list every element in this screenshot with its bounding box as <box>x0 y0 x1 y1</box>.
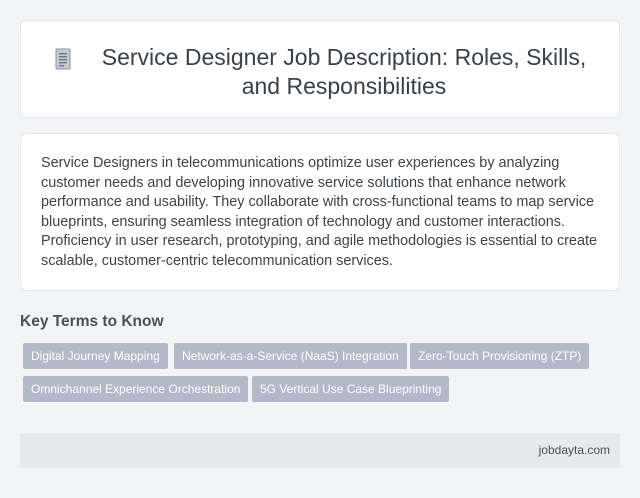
page: Service Designer Job Description: Roles,… <box>0 0 640 498</box>
tag-omnichannel-orchestration[interactable]: Omnichannel Experience Orchestration <box>23 376 249 402</box>
description-text: Service Designers in telecommunications … <box>41 155 597 269</box>
key-terms-heading: Key Terms to Know <box>20 313 164 330</box>
tag-naas-integration[interactable]: Network-as-a-Service (NaaS) Integration <box>174 343 407 369</box>
document-icon <box>55 48 71 70</box>
tag-zero-touch-provisioning[interactable]: Zero-Touch Provisioning (ZTP) <box>410 343 590 369</box>
tag-5g-vertical-blueprinting[interactable]: 5G Vertical Use Case Blueprinting <box>252 376 450 402</box>
tag-digital-journey-mapping[interactable]: Digital Journey Mapping <box>23 343 168 369</box>
footer: jobdayta.com <box>20 433 620 468</box>
page-title: Service Designer Job Description: Roles,… <box>101 44 587 99</box>
footer-site-link[interactable]: jobdayta.com <box>539 443 610 458</box>
